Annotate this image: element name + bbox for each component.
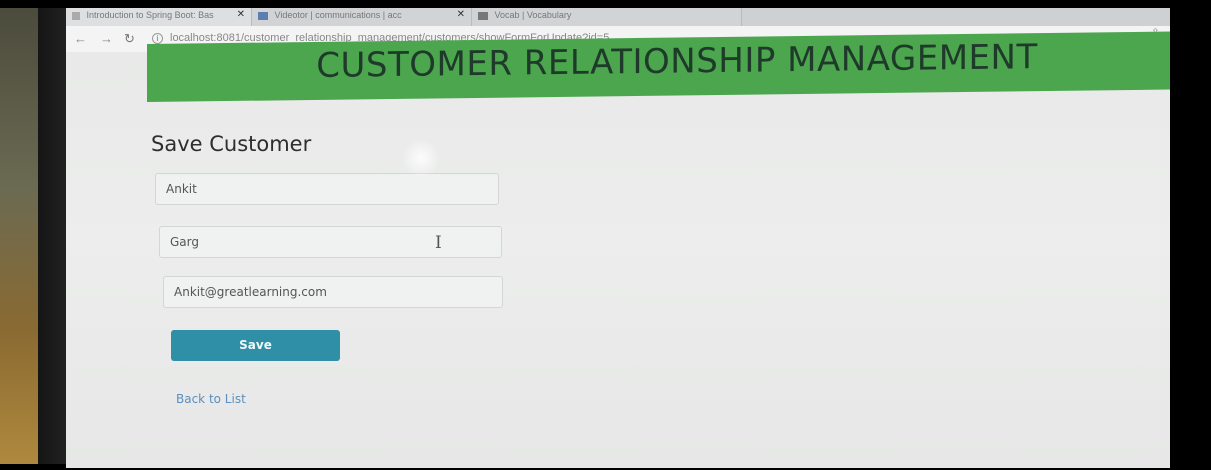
forward-arrow-icon[interactable]: → <box>100 31 113 46</box>
top-frame <box>0 0 1211 8</box>
tab-label: Videotor | communications | acc <box>274 10 402 20</box>
save-button[interactable]: Save <box>171 330 340 361</box>
reload-icon[interactable]: ↻ <box>124 31 135 47</box>
tab-videotor[interactable]: Videotor | communications | acc ✕ <box>252 8 472 26</box>
header-banner: CUSTOMER RELATIONSHIP MANAGEMENT <box>147 31 1170 103</box>
last-name-input[interactable]: Garg <box>159 226 502 258</box>
site-icon <box>258 11 268 20</box>
form-heading: Save Customer <box>151 132 312 156</box>
tab-bar: Introduction to Spring Boot: Bas ✕ Video… <box>66 8 1170 26</box>
back-to-list-link[interactable]: Back to List <box>176 392 246 406</box>
tab-vocab[interactable]: Vocab | Vocabulary <box>472 8 742 26</box>
tab-label: Introduction to Spring Boot: Bas <box>86 10 214 20</box>
google-icon <box>72 11 80 20</box>
site-icon <box>478 11 488 20</box>
page-title: CUSTOMER RELATIONSHIP MANAGEMENT <box>316 37 1038 86</box>
tab-spring-boot[interactable]: Introduction to Spring Boot: Bas ✕ <box>66 8 252 26</box>
close-icon[interactable]: ✕ <box>457 9 465 20</box>
text-cursor-icon: I <box>435 233 442 253</box>
first-name-input[interactable]: Ankit <box>155 173 499 205</box>
tab-label: Vocab | Vocabulary <box>494 10 572 20</box>
monitor-bezel-right <box>1169 0 1211 470</box>
info-icon[interactable]: i <box>152 33 163 44</box>
desk-background <box>0 0 40 470</box>
close-icon[interactable]: ✕ <box>237 9 245 20</box>
screen-glare <box>396 138 446 178</box>
browser-screen: Introduction to Spring Boot: Bas ✕ Video… <box>66 8 1170 468</box>
back-arrow-icon[interactable]: ← <box>74 31 87 46</box>
email-input[interactable]: Ankit@greatlearning.com <box>163 276 503 308</box>
